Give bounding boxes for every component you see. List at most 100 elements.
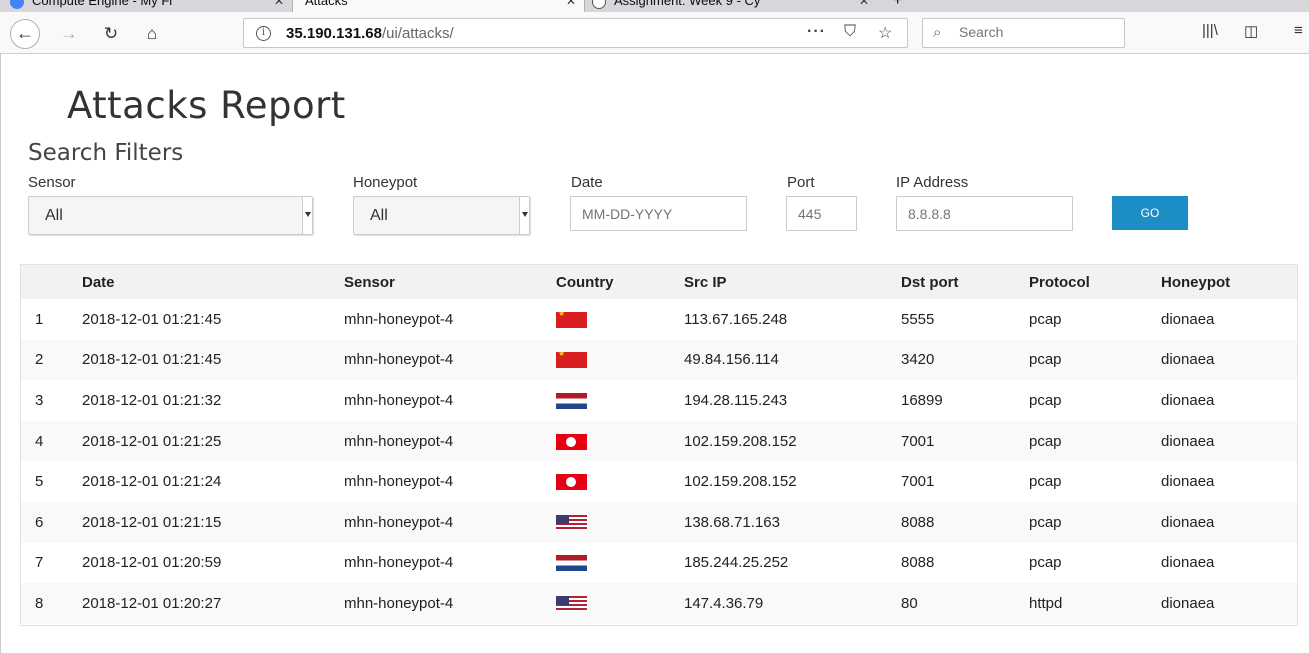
row-index: 1 bbox=[35, 310, 44, 328]
row-index: 7 bbox=[35, 554, 44, 572]
search-bar[interactable]: ⌕ bbox=[922, 18, 1125, 48]
honeypot-select[interactable]: All bbox=[353, 196, 530, 235]
row-dst-port: 7001 bbox=[901, 473, 935, 491]
row-src-ip: 185.244.25.252 bbox=[684, 554, 789, 572]
row-dst-port: 16899 bbox=[901, 391, 943, 409]
search-filters-title: Search Filters bbox=[28, 140, 184, 166]
row-index: 2 bbox=[35, 351, 44, 369]
row-src-ip: 102.159.208.152 bbox=[684, 473, 797, 491]
honeypot-selected-value: All bbox=[370, 207, 388, 224]
search-input[interactable] bbox=[959, 24, 1109, 40]
more-actions-icon[interactable]: ··· bbox=[807, 23, 826, 41]
row-country bbox=[556, 461, 684, 502]
bookmark-star-icon[interactable]: ☆ bbox=[878, 23, 892, 43]
row-honeypot: dionaea bbox=[1161, 554, 1215, 572]
row-dst-port: 5555 bbox=[901, 310, 935, 328]
url-text: 35.190.131.68/ui/attacks/ bbox=[286, 25, 454, 42]
row-sensor: mhn-honeypot-4 bbox=[344, 513, 454, 531]
row-honeypot: dionaea bbox=[1161, 594, 1215, 612]
row-dst-port: 3420 bbox=[901, 351, 935, 369]
row-date: 2018-12-01 01:21:24 bbox=[82, 473, 222, 491]
row-sensor: mhn-honeypot-4 bbox=[344, 554, 454, 572]
url-path: /ui/attacks/ bbox=[381, 25, 454, 42]
row-dst-port: 8088 bbox=[901, 554, 935, 572]
reload-button[interactable]: ↻ bbox=[97, 20, 125, 48]
browser-toolbar: ← → ↻ ⌂ i 35.190.131.68/ui/attacks/ ··· … bbox=[0, 12, 1309, 54]
row-country bbox=[556, 502, 684, 543]
close-icon[interactable]: ✕ bbox=[859, 0, 869, 12]
back-button[interactable]: ← bbox=[10, 19, 40, 49]
address-bar[interactable]: i 35.190.131.68/ui/attacks/ ··· ⛉ ☆ bbox=[243, 18, 908, 48]
country-flag-icon bbox=[556, 555, 587, 572]
header-country: Country bbox=[556, 273, 614, 291]
browser-tab-attacks[interactable]: Attacks ✕ bbox=[292, 0, 585, 12]
row-sensor: mhn-honeypot-4 bbox=[344, 432, 454, 450]
row-sensor: mhn-honeypot-4 bbox=[344, 351, 454, 369]
row-country bbox=[556, 583, 684, 624]
row-country bbox=[556, 380, 684, 421]
sensor-label: Sensor bbox=[28, 174, 76, 191]
row-protocol: pcap bbox=[1029, 513, 1062, 531]
page-edge bbox=[0, 54, 1, 653]
table-row: 1 2018-12-01 01:21:45 mhn-honeypot-4 113.67… bbox=[21, 299, 1297, 340]
row-sensor: mhn-honeypot-4 bbox=[344, 391, 454, 409]
url-host: 35.190.131.68 bbox=[286, 25, 382, 42]
close-icon[interactable]: ✕ bbox=[566, 0, 576, 12]
home-icon: ⌂ bbox=[146, 24, 158, 43]
row-sensor: mhn-honeypot-4 bbox=[344, 310, 454, 328]
row-index: 6 bbox=[35, 513, 44, 531]
close-icon[interactable]: ✕ bbox=[274, 0, 284, 12]
header-honeypot: Honeypot bbox=[1161, 273, 1231, 291]
row-index: 3 bbox=[35, 391, 44, 409]
forward-button[interactable]: → bbox=[55, 20, 83, 48]
go-button[interactable]: GO bbox=[1112, 196, 1188, 230]
pocket-icon[interactable]: ⛉ bbox=[844, 23, 856, 41]
home-button[interactable]: ⌂ bbox=[138, 20, 166, 48]
row-honeypot: dionaea bbox=[1161, 473, 1215, 491]
row-protocol: pcap bbox=[1029, 432, 1062, 450]
row-src-ip: 102.159.208.152 bbox=[684, 432, 797, 450]
row-date: 2018-12-01 01:21:45 bbox=[82, 310, 222, 328]
row-src-ip: 194.28.115.243 bbox=[684, 391, 788, 409]
sensor-select[interactable]: All bbox=[28, 196, 313, 235]
table-header-row: Date Sensor Country Src IP Dst port Prot… bbox=[21, 265, 1297, 299]
row-date: 2018-12-01 01:21:15 bbox=[82, 513, 222, 531]
header-sensor: Sensor bbox=[344, 273, 395, 291]
library-icon[interactable]: |||\ bbox=[1202, 22, 1218, 39]
browser-tab-assignment[interactable]: Assignment: Week 9 - Cy ✕ bbox=[592, 0, 877, 12]
header-src-ip: Src IP bbox=[684, 273, 727, 291]
ip-address-input[interactable] bbox=[896, 196, 1073, 231]
port-label: Port bbox=[787, 174, 815, 191]
row-honeypot: dionaea bbox=[1161, 351, 1215, 369]
row-protocol: httpd bbox=[1029, 594, 1063, 612]
row-date: 2018-12-01 01:21:45 bbox=[82, 351, 222, 369]
menu-icon[interactable]: ≡ bbox=[1294, 22, 1303, 39]
row-sensor: mhn-honeypot-4 bbox=[344, 594, 454, 612]
table-row: 5 2018-12-01 01:21:24 mhn-honeypot-4 102.15… bbox=[21, 461, 1297, 502]
row-date: 2018-12-01 01:20:27 bbox=[82, 594, 222, 612]
header-protocol: Protocol bbox=[1029, 273, 1090, 291]
row-dst-port: 7001 bbox=[901, 432, 935, 450]
row-protocol: pcap bbox=[1029, 554, 1062, 572]
port-input[interactable] bbox=[786, 196, 857, 231]
new-tab-button[interactable]: + bbox=[893, 0, 913, 12]
browser-tab-strip: Compute Engine - My Fi ✕ Attacks ✕ Assig… bbox=[0, 0, 1309, 12]
info-icon[interactable]: i bbox=[256, 26, 271, 41]
sidebar-icon[interactable]: ◫ bbox=[1244, 22, 1258, 40]
row-protocol: pcap bbox=[1029, 351, 1062, 369]
table-row: 6 2018-12-01 01:21:15 mhn-honeypot-4 138.68… bbox=[21, 501, 1297, 543]
date-input[interactable] bbox=[570, 196, 747, 231]
tab-title: Compute Engine - My Fi bbox=[32, 0, 173, 8]
country-flag-icon bbox=[556, 393, 587, 409]
row-country bbox=[556, 299, 684, 340]
tab-title: Assignment: Week 9 - Cy bbox=[614, 0, 761, 8]
row-src-ip: 138.68.71.163 bbox=[684, 513, 780, 531]
row-honeypot: dionaea bbox=[1161, 310, 1215, 328]
country-flag-icon bbox=[556, 514, 587, 531]
row-date: 2018-12-01 01:21:32 bbox=[82, 391, 222, 409]
browser-tab-compute-engine[interactable]: Compute Engine - My Fi ✕ bbox=[10, 0, 292, 12]
row-index: 5 bbox=[35, 473, 44, 491]
table-row: 8 2018-12-01 01:20:27 mhn-honeypot-4 147.4.… bbox=[21, 583, 1297, 624]
header-index bbox=[21, 265, 82, 299]
row-honeypot: dionaea bbox=[1161, 391, 1215, 409]
